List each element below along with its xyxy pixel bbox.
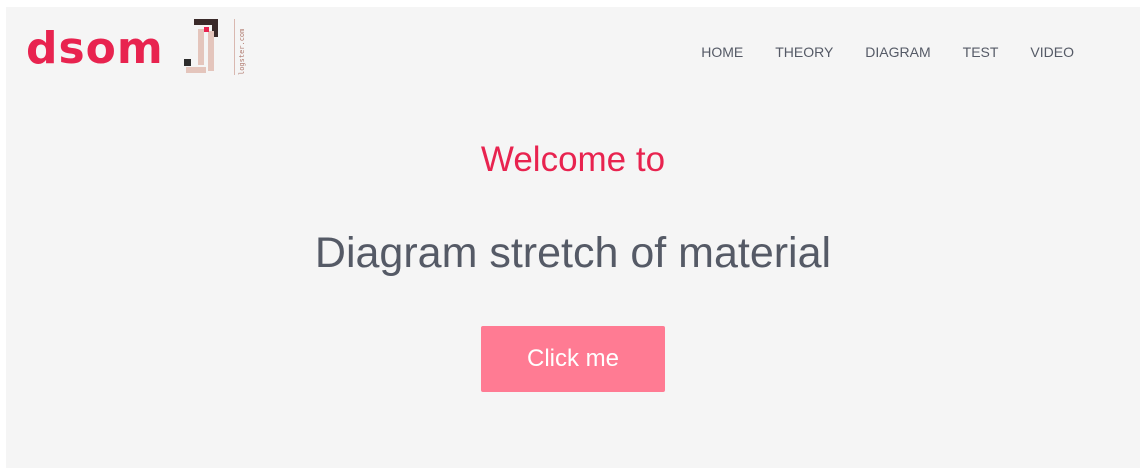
- nav-home[interactable]: HOME: [701, 44, 743, 60]
- page-frame: dsom logster.com HOME THEORY DIAGRAM TES…: [6, 7, 1140, 468]
- logo[interactable]: dsom logster.com: [26, 19, 256, 79]
- main-nav: HOME THEORY DIAGRAM TEST VIDEO: [701, 44, 1074, 60]
- nav-theory[interactable]: THEORY: [775, 44, 833, 60]
- hero-title: Diagram stretch of material: [314, 229, 832, 277]
- nav-video[interactable]: VIDEO: [1030, 44, 1074, 60]
- nav-diagram[interactable]: DIAGRAM: [865, 44, 930, 60]
- nav-test[interactable]: TEST: [963, 44, 999, 60]
- logo-text: dsom: [26, 23, 164, 74]
- hero-welcome: Welcome to: [480, 140, 666, 179]
- click-me-button[interactable]: Click me: [481, 326, 665, 392]
- logo-domain: logster.com: [238, 28, 246, 75]
- logo-divider: [234, 19, 235, 75]
- logo-mark-icon: [184, 19, 218, 73]
